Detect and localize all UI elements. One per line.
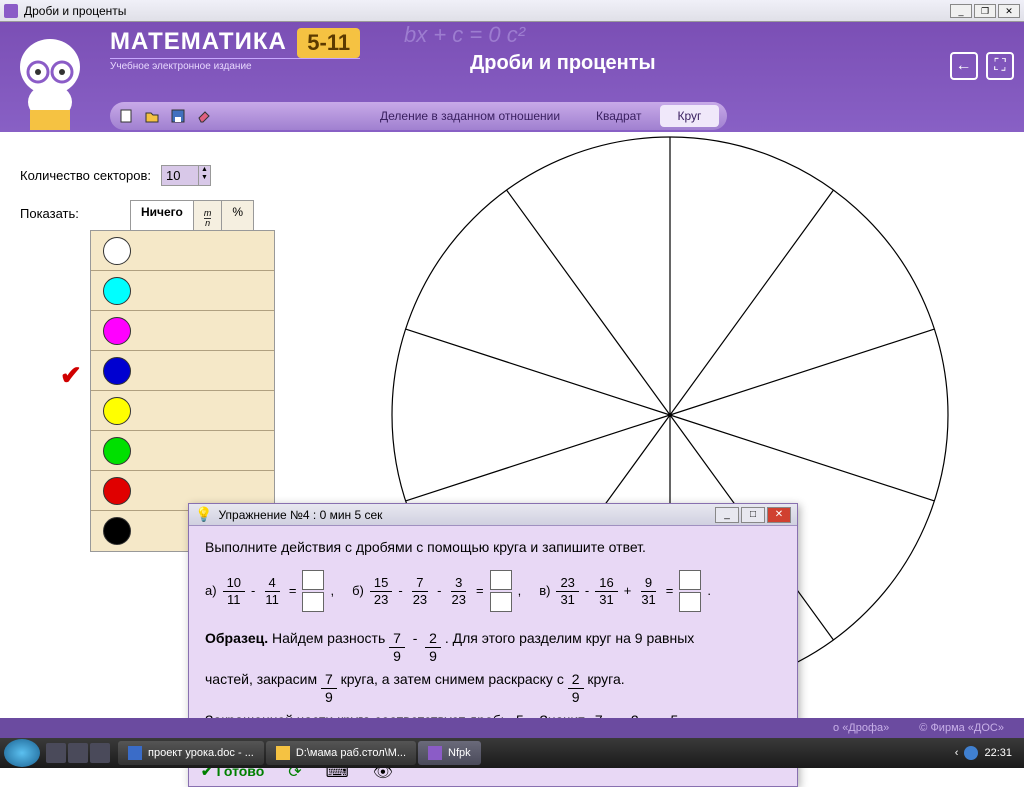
answer-a-den[interactable] (302, 592, 324, 612)
answer-a-num[interactable] (302, 570, 324, 590)
start-button[interactable] (4, 739, 40, 767)
tab-ratio[interactable]: Деление в заданном отношении (362, 105, 578, 127)
brand-badge: 5-11 (297, 28, 360, 58)
exercise-instruction: Выполните действия с дробями с помощью к… (205, 536, 781, 558)
footer-drofa: о «Дрофа» (833, 722, 889, 734)
answer-c-den[interactable] (679, 592, 701, 612)
workspace: Количество секторов: ▲▼ Показать: Ничего… (0, 135, 1024, 705)
save-icon[interactable] (170, 108, 186, 124)
answer-b-den[interactable] (490, 592, 512, 612)
quicklaunch (46, 743, 110, 763)
sectors-input[interactable] (162, 166, 198, 185)
sectors-spinner[interactable]: ▲▼ (161, 165, 211, 186)
ql-icon-1[interactable] (46, 743, 66, 763)
tab-square[interactable]: Квадрат (578, 105, 660, 127)
color-cyan[interactable] (91, 271, 274, 311)
fullscreen-button[interactable]: ⛶ (986, 52, 1014, 80)
problem-a: а) 1011 - 411 = , (205, 570, 334, 612)
spinner-up[interactable]: ▲ (199, 166, 210, 174)
back-button[interactable]: ← (950, 52, 978, 80)
answer-b-num[interactable] (490, 570, 512, 590)
minimize-button[interactable]: _ (950, 4, 972, 18)
tab-circle[interactable]: Круг (660, 105, 720, 127)
footer-bar: о «Дрофа» © Фирма «ДОС» (0, 718, 1024, 738)
page-title: Дроби и проценты (470, 52, 656, 75)
brand-title: МАТЕМАТИКА (110, 28, 287, 55)
exercise-problems: а) 1011 - 411 = , б) 1523 - 723 - 323 = (205, 570, 781, 612)
spinner-down[interactable]: ▼ (199, 174, 210, 182)
show-tab-fraction[interactable]: mn (194, 201, 223, 232)
exercise-titlebar[interactable]: 💡 Упражнение №4 : 0 мин 5 сек _ □ ✕ (189, 504, 797, 526)
tray-icon[interactable] (964, 746, 978, 760)
task-word[interactable]: проект урока.doc - ... (118, 741, 264, 765)
window-title: Дроби и проценты (24, 4, 126, 18)
ql-icon-2[interactable] (68, 743, 88, 763)
ex-minimize-button[interactable]: _ (715, 507, 739, 523)
clock: 22:31 (984, 747, 1012, 759)
footer-dos: © Фирма «ДОС» (919, 722, 1004, 734)
color-yellow[interactable] (91, 391, 274, 431)
ql-icon-3[interactable] (90, 743, 110, 763)
color-blue[interactable] (91, 351, 274, 391)
problem-c: в) 2331 - 1631 + 931 = . (539, 570, 711, 612)
new-file-icon[interactable] (118, 108, 134, 124)
show-tab-percent[interactable]: % (222, 201, 253, 232)
maximize-button[interactable]: ❐ (974, 4, 996, 18)
system-tray[interactable]: ‹ 22:31 (955, 746, 1020, 760)
sectors-label: Количество секторов: (20, 168, 151, 183)
brand-subtitle: Учебное электронное издание (110, 58, 360, 72)
color-magenta[interactable] (91, 311, 274, 351)
ex-close-button[interactable]: ✕ (767, 507, 791, 523)
answer-c-num[interactable] (679, 570, 701, 590)
app-header: bx + c = 0 c² МАТЕМАТИКА 5-11 Учебное эл… (0, 22, 1024, 132)
color-white[interactable] (91, 231, 274, 271)
show-mode-tabs: Ничего mn % (130, 200, 254, 233)
eraser-icon[interactable] (196, 108, 212, 124)
main-toolbar: Деление в заданном отношении Квадрат Кру… (110, 102, 727, 130)
tray-arrow-icon[interactable]: ‹ (955, 747, 959, 759)
taskbar: проект урока.doc - ... D:\мама раб.стол\… (0, 738, 1024, 768)
problem-b: б) 1523 - 723 - 323 = , (352, 570, 521, 612)
exercise-title: Упражнение №4 : 0 мин 5 сек (218, 508, 382, 522)
task-folder[interactable]: D:\мама раб.стол\М... (266, 741, 416, 765)
ex-maximize-button[interactable]: □ (741, 507, 765, 523)
bulb-icon: 💡 (195, 506, 212, 523)
professor-icon (0, 32, 100, 132)
task-nfpk[interactable]: Nfpk (418, 741, 481, 765)
app-icon (4, 4, 18, 18)
show-tab-nothing[interactable]: Ничего (131, 201, 194, 232)
color-green[interactable] (91, 431, 274, 471)
window-titlebar: Дроби и проценты _ ❐ ✕ (0, 0, 1024, 22)
selected-check-icon: ✔ (60, 360, 82, 391)
open-file-icon[interactable] (144, 108, 160, 124)
close-button[interactable]: ✕ (998, 4, 1020, 18)
